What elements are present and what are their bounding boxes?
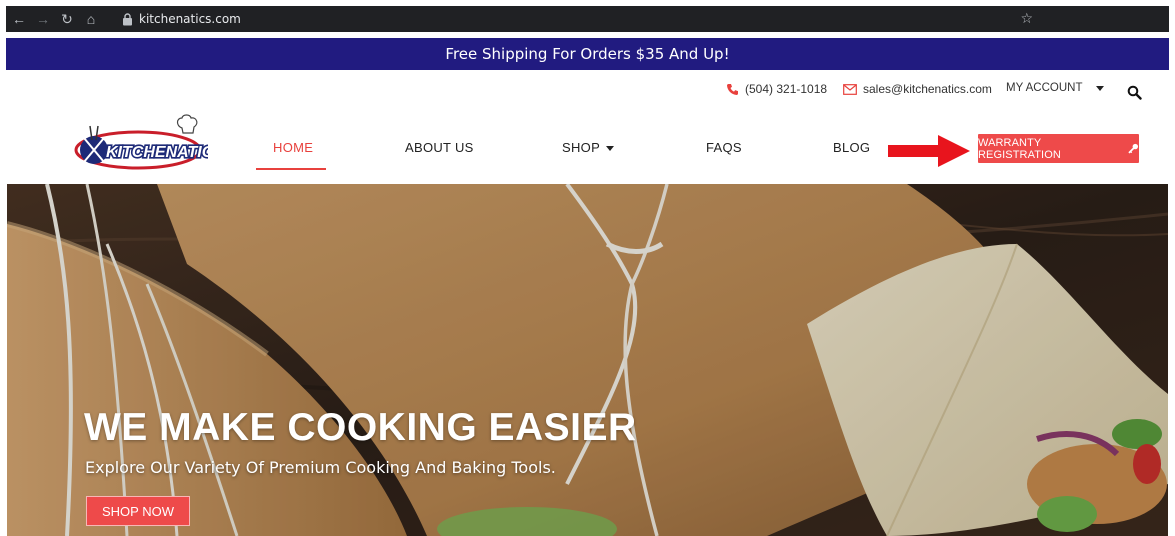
hero-subtitle: Explore Our Variety Of Premium Cooking A… xyxy=(85,458,556,477)
hero-background-image xyxy=(7,184,1168,536)
shop-now-label: SHOP NOW xyxy=(102,503,174,519)
address-bar[interactable]: kitchenatics.com xyxy=(116,6,1169,32)
my-account-label: MY ACCOUNT xyxy=(1006,82,1083,94)
warranty-registration-label: WARRANTY REGISTRATION xyxy=(978,136,1061,161)
back-arrow-icon[interactable]: ← xyxy=(8,8,30,30)
promo-text: Free Shipping For Orders $35 And Up! xyxy=(445,45,730,63)
search-icon[interactable] xyxy=(1127,85,1142,100)
home-icon[interactable]: ⌂ xyxy=(80,8,102,30)
nav-faqs[interactable]: FAQS xyxy=(706,140,742,155)
phone-icon xyxy=(727,83,738,95)
my-account-menu[interactable]: MY ACCOUNT xyxy=(1006,82,1105,94)
shop-now-button[interactable]: SHOP NOW xyxy=(86,496,190,526)
envelope-icon xyxy=(843,83,857,95)
warranty-registration-button[interactable]: WARRANTY REGISTRATION xyxy=(978,134,1139,163)
key-icon xyxy=(1128,143,1139,154)
nav-home[interactable]: HOME xyxy=(273,140,313,155)
phone-link[interactable]: (504) 321-1018 xyxy=(726,82,827,96)
hero-banner xyxy=(7,184,1168,536)
address-bar-url: kitchenatics.com xyxy=(139,12,241,26)
kitchenatics-logo[interactable]: KITCHENATICS xyxy=(72,114,208,178)
hero-title: WE MAKE COOKING EASIER xyxy=(84,406,637,449)
nav-about-us[interactable]: ABOUT US xyxy=(405,140,474,155)
nav-blog[interactable]: BLOG xyxy=(833,140,870,155)
browser-toolbar-inner: ← → ↻ ⌂ kitchenatics.com ☆ xyxy=(6,6,1169,32)
logo-wordmark: KITCHENATICS xyxy=(106,144,208,161)
chevron-down-icon xyxy=(606,146,615,152)
bookmark-star-icon[interactable]: ☆ xyxy=(1020,10,1033,27)
browser-toolbar: ← → ↻ ⌂ kitchenatics.com ☆ xyxy=(0,0,1175,38)
email-link[interactable]: sales@kitchenatics.com xyxy=(843,82,992,96)
email-address: sales@kitchenatics.com xyxy=(863,82,992,96)
red-arrow-icon xyxy=(888,135,970,167)
reload-icon[interactable]: ↻ xyxy=(56,8,78,30)
nav-shop-label: SHOP xyxy=(562,140,601,155)
nav-home-underline xyxy=(256,168,326,170)
contact-bar: (504) 321-1018 sales@kitchenatics.com MY… xyxy=(0,82,1175,104)
chevron-down-icon xyxy=(1096,85,1105,91)
lock-icon xyxy=(123,12,132,25)
promo-banner: Free Shipping For Orders $35 And Up! xyxy=(6,38,1169,70)
nav-shop[interactable]: SHOP xyxy=(562,140,615,155)
phone-number: (504) 321-1018 xyxy=(745,82,828,96)
forward-arrow-icon[interactable]: → xyxy=(32,8,54,30)
